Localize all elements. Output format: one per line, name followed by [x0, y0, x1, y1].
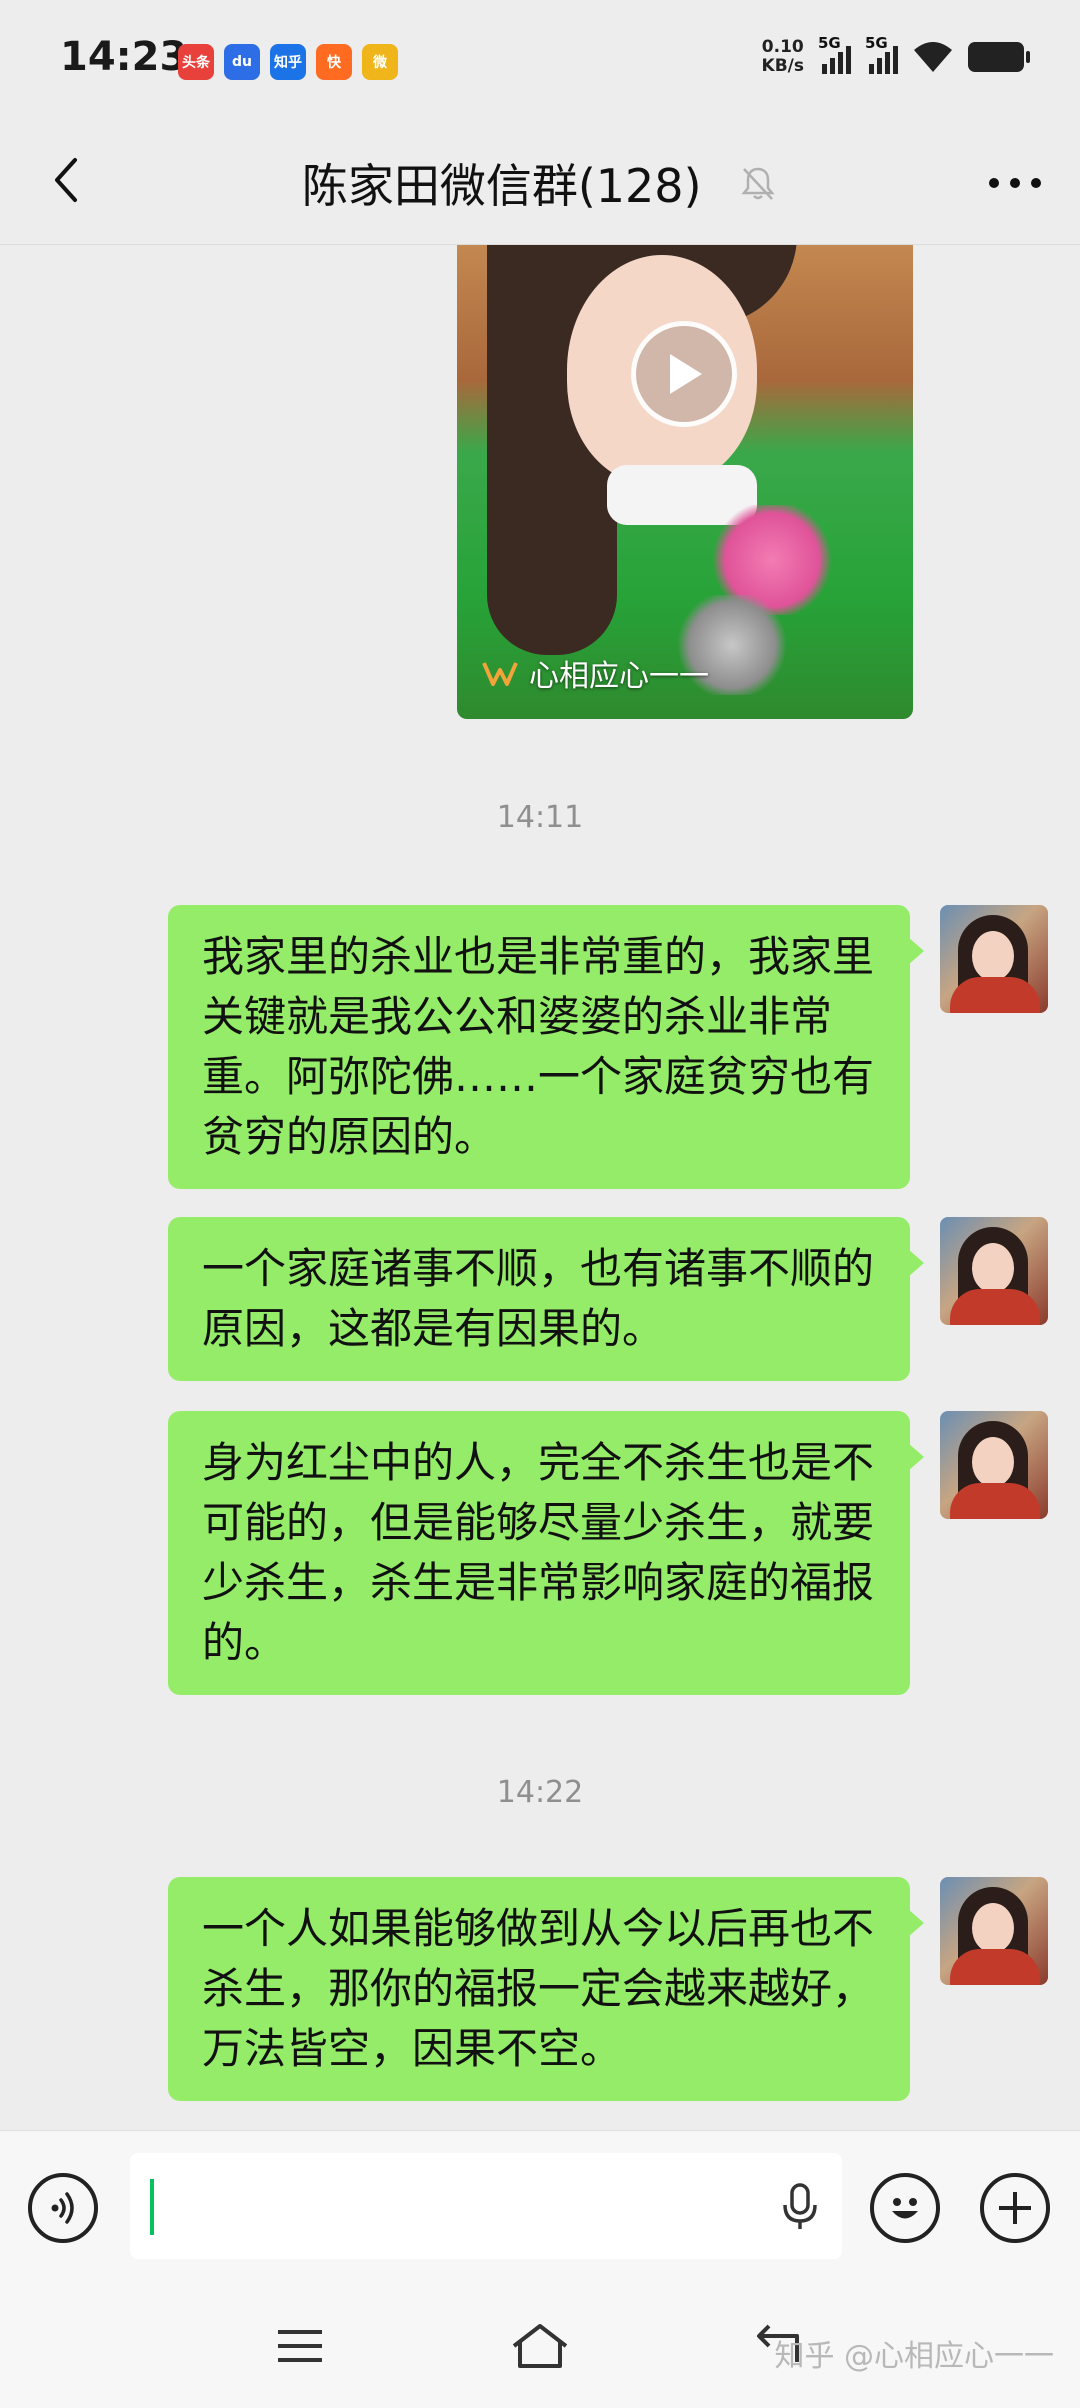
weibo-icon: 微	[362, 44, 398, 80]
more-button[interactable]	[980, 158, 1050, 208]
smiley-icon	[892, 2198, 918, 2219]
message-input[interactable]	[130, 2153, 842, 2259]
emoji-button[interactable]	[870, 2173, 940, 2243]
microphone-icon[interactable]	[780, 2181, 820, 2231]
message-timestamp: 14:22	[496, 1775, 584, 1810]
kuaishou-icon: 快	[316, 44, 352, 80]
play-icon	[670, 354, 702, 394]
play-button[interactable]	[631, 321, 737, 427]
menu-icon	[278, 2330, 322, 2362]
mute-bell-icon	[741, 167, 775, 200]
home-icon	[512, 2324, 568, 2368]
status-bar: 14:23 头条 du 知乎 快 微 0.10 KB/s 5G 5G	[0, 0, 1080, 120]
chat-title-container: 陈家田微信群(128)	[0, 150, 1080, 216]
net-speed: 0.10 KB/s	[761, 37, 804, 76]
message-bubble[interactable]: 身为红尘中的人，完全不杀生也是不可能的，但是能够尽量少杀生，就要少杀生，杀生是非…	[168, 1411, 924, 1695]
message-timestamp: 14:11	[496, 800, 584, 835]
more-functions-button[interactable]	[980, 2173, 1050, 2243]
system-nav-bar: 知乎 @心相应心一一	[0, 2285, 1080, 2408]
avatar[interactable]	[940, 1877, 1048, 1985]
watermark-text: 知乎 @心相应心一一	[774, 2339, 1054, 2374]
menu-nav-button[interactable]	[270, 2319, 330, 2373]
input-bar	[0, 2130, 1080, 2286]
status-time: 14:23	[60, 34, 188, 80]
signal-1-icon: 5G	[818, 34, 851, 74]
voice-toggle-button[interactable]	[28, 2173, 98, 2243]
message-bubble[interactable]: 一个人如果能够做到从今以后再也不杀生，那你的福报一定会越来越好，万法皆空，因果不…	[168, 1877, 924, 2101]
notification-icons: 头条 du 知乎 快 微	[178, 44, 398, 80]
status-indicators: 0.10 KB/s 5G 5G	[761, 34, 1030, 76]
baidu-icon: du	[224, 44, 260, 80]
message-bubble[interactable]: 我家里的杀业也是非常重的，我家里关键就是我公公和婆婆的杀业非常重。阿弥陀佛……一…	[168, 905, 924, 1189]
toutiao-icon: 头条	[178, 44, 214, 80]
video-message[interactable]: 心相应心一一	[457, 245, 913, 719]
chat-message-list[interactable]: 心相应心一一 14:11 我家里的杀业也是非常重的，我家里关键就是我公公和婆婆的…	[0, 245, 1080, 2130]
home-nav-button[interactable]	[510, 2319, 570, 2373]
zhihu-icon: 知乎	[270, 44, 306, 80]
avatar[interactable]	[940, 1411, 1048, 1519]
video-caption: 心相应心一一	[481, 651, 709, 695]
avatar[interactable]	[940, 1217, 1048, 1325]
chat-title: 陈家田微信群(128)	[301, 159, 702, 213]
avatar[interactable]	[940, 905, 1048, 1013]
message-bubble[interactable]: 一个家庭诸事不顺，也有诸事不顺的原因，这都是有因果的。	[168, 1217, 924, 1381]
battery-icon	[968, 42, 1030, 72]
channels-logo-icon	[482, 662, 518, 686]
signal-2-icon: 5G	[865, 34, 898, 74]
text-cursor	[150, 2179, 154, 2235]
plus-icon	[999, 2192, 1031, 2224]
voice-wave-icon	[51, 2192, 74, 2224]
wifi-icon	[914, 42, 952, 72]
more-dots-icon	[989, 178, 1041, 188]
chat-header: 陈家田微信群(128)	[0, 120, 1080, 245]
